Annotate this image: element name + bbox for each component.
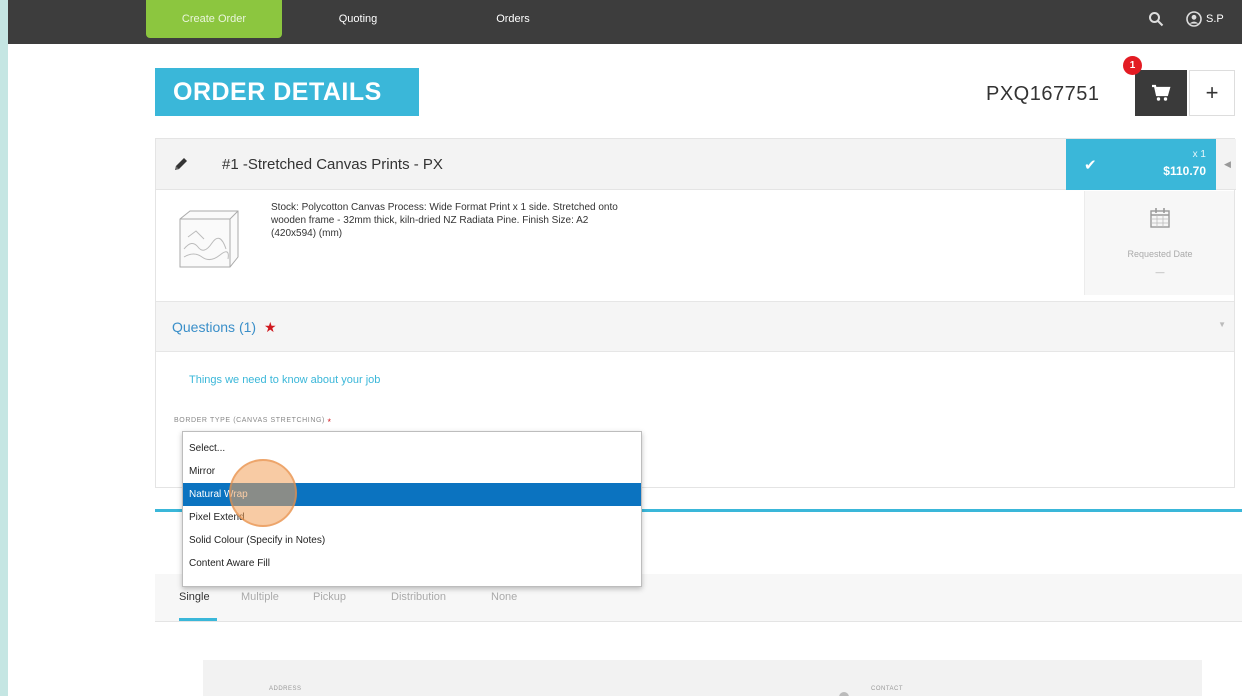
collapse-arrow-icon[interactable]: ◀	[1224, 159, 1231, 170]
border-type-dropdown[interactable]: Select... Mirror Natural Wrap Pixel Exte…	[182, 431, 642, 587]
cart-button[interactable]	[1135, 70, 1187, 116]
item-title: #1 -Stretched Canvas Prints - PX	[222, 156, 443, 173]
address-label: ADDRESS	[269, 686, 302, 692]
nav-orders[interactable]: Orders	[478, 0, 548, 38]
questions-hint: Things we need to know about your job	[189, 374, 381, 386]
questions-title: Questions	[172, 319, 236, 335]
questions-header[interactable]: Questions (1) ★ ▼	[156, 301, 1234, 352]
tab-none[interactable]: None	[491, 591, 517, 603]
option-solid-colour[interactable]: Solid Colour (Specify in Notes)	[183, 529, 641, 552]
search-icon[interactable]	[1148, 11, 1164, 27]
check-icon: ✔	[1084, 157, 1097, 174]
user-icon	[1186, 11, 1202, 27]
item-description: Stock: Polycotton Canvas Process: Wide F…	[271, 202, 618, 239]
border-type-label-text: BORDER TYPE (CANVAS STRETCHING)	[174, 417, 325, 424]
pencil-icon[interactable]	[172, 155, 190, 173]
nav-quoting[interactable]: Quoting	[318, 0, 398, 38]
address-panel: ADDRESS CONTACT	[203, 660, 1202, 696]
cart-count-badge: 1	[1123, 56, 1142, 75]
border-type-label: BORDER TYPE (CANVAS STRETCHING) *	[174, 417, 332, 427]
order-number: PXQ167751	[986, 83, 1100, 105]
page-title: ORDER DETAILS	[155, 68, 419, 116]
cart-icon	[1152, 84, 1171, 101]
requested-date-label: Requested Date	[1127, 249, 1193, 259]
tab-multiple[interactable]: Multiple	[241, 591, 279, 603]
option-natural-wrap[interactable]: Natural Wrap	[183, 483, 641, 506]
top-nav: Create Order Quoting Orders S.P	[8, 0, 1242, 44]
item-quantity: x 1	[1192, 149, 1206, 160]
calendar-icon	[1150, 208, 1170, 228]
tab-pickup[interactable]: Pickup	[313, 591, 346, 603]
requested-date[interactable]: Requested Date —	[1084, 191, 1234, 295]
add-button[interactable]: +	[1189, 70, 1235, 116]
option-pixel-extend[interactable]: Pixel Extend	[183, 506, 641, 529]
questions-label: Questions (1) ★	[172, 319, 277, 336]
item-header: #1 -Stretched Canvas Prints - PX ✔ x 1 $…	[156, 139, 1236, 190]
contact-label: CONTACT	[871, 686, 904, 692]
requested-date-value: —	[1155, 267, 1165, 277]
option-mirror[interactable]: Mirror	[183, 460, 641, 483]
option-select[interactable]: Select...	[183, 437, 641, 460]
tab-distribution[interactable]: Distribution	[391, 591, 446, 603]
active-tab-indicator	[179, 618, 217, 621]
app-frame: Create Order Quoting Orders S.P ORDER DE…	[8, 0, 1242, 696]
required-star-icon: ★	[263, 319, 277, 335]
chevron-down-icon[interactable]: ▼	[1218, 320, 1226, 329]
item-price: $110.70	[1163, 164, 1206, 178]
canvas-product-thumbnail	[179, 210, 239, 268]
border-type-required: *	[327, 417, 332, 427]
option-content-aware-fill[interactable]: Content Aware Fill	[183, 552, 641, 575]
questions-count: (1)	[238, 319, 257, 335]
user-initials: S.P	[1206, 13, 1224, 25]
nav-create-order[interactable]: Create Order	[146, 0, 282, 38]
price-summary[interactable]: ✔ x 1 $110.70	[1066, 139, 1216, 190]
tab-single[interactable]: Single	[179, 591, 210, 603]
contact-icon	[839, 692, 849, 696]
user-menu[interactable]: S.P	[1186, 10, 1224, 28]
